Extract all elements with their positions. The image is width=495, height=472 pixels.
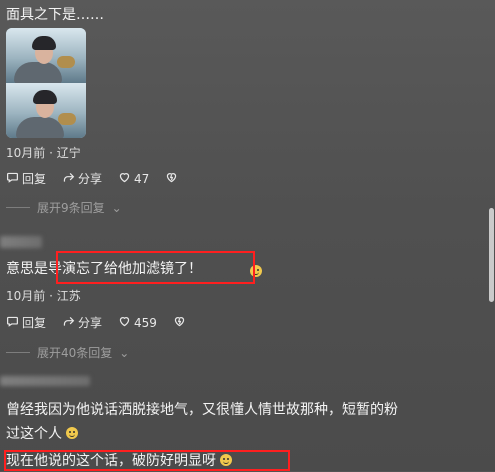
comment-item: 面具之下是…… 10月前 · 辽宁 回复 分享 47 展开9条回复 ⌄ <box>6 0 477 218</box>
comment-text-highlight: 导演忘了给他加滤镜了！ <box>48 261 202 277</box>
reply-button[interactable]: 回复 <box>6 170 46 187</box>
like-button[interactable]: 459 <box>118 315 157 331</box>
comment-actions: 回复 分享 47 <box>6 170 178 187</box>
image-hair <box>33 90 57 104</box>
share-icon <box>62 171 75 187</box>
comment-text-highlight-content: 现在他说的这个话，破防好明显呀 <box>6 453 216 469</box>
reply-label: 回复 <box>22 316 47 330</box>
comment-image[interactable] <box>6 28 86 138</box>
reply-label: 回复 <box>22 172 47 186</box>
like-button[interactable]: 47 <box>118 171 149 187</box>
chevron-down-icon: ⌄ <box>111 200 122 215</box>
broken-heart-icon <box>165 171 178 187</box>
blurred-username <box>0 236 42 248</box>
comment-meta: 10月前 · 江苏 <box>6 289 81 303</box>
chat-icon <box>6 315 19 331</box>
emoji-icon <box>250 265 262 277</box>
share-label: 分享 <box>78 316 103 330</box>
expand-divider <box>6 207 30 208</box>
image-accent <box>58 113 76 125</box>
heart-icon <box>118 315 131 331</box>
comment-item: 曾经我因为他说话洒脱接地气，又很懂人情世故那种，短暂的粉 过这个人 现在他说的这… <box>6 395 477 471</box>
like-count: 459 <box>134 315 157 330</box>
dislike-button[interactable] <box>173 315 186 331</box>
comment-text: 面具之下是…… <box>6 7 104 23</box>
image-accent <box>57 56 75 68</box>
image-panel-top <box>6 28 86 83</box>
blurred-username <box>0 376 90 386</box>
share-icon <box>62 315 75 331</box>
comment-item: 意思是导演忘了给他加滤镜了！ 10月前 · 江苏 回复 分享 459 展开40条… <box>6 250 477 361</box>
chevron-down-icon: ⌄ <box>119 345 130 360</box>
expand-divider <box>6 352 30 353</box>
dislike-button[interactable] <box>165 171 178 187</box>
comment-actions: 回复 分享 459 <box>6 314 186 331</box>
image-panel-bottom <box>6 83 86 138</box>
expand-replies-button[interactable]: 展开40条回复 ⌄ <box>6 344 129 361</box>
comment-text-prefix: 意思是 <box>6 261 48 277</box>
emoji-icon <box>66 427 78 439</box>
comment-text-highlight: 现在他说的这个话，破防好明显呀 <box>6 450 232 472</box>
comment-text-line-2-content: 过这个人 <box>6 426 62 442</box>
like-count: 47 <box>134 171 150 186</box>
chat-icon <box>6 171 19 187</box>
heart-icon <box>118 171 131 187</box>
comment-meta: 10月前 · 辽宁 <box>6 146 81 160</box>
emoji-icon <box>220 454 232 466</box>
comment-text-line-2: 过这个人 <box>6 423 78 445</box>
comments-screen: 面具之下是…… 10月前 · 辽宁 回复 分享 47 展开9条回复 ⌄ 意思是导… <box>0 0 495 471</box>
reply-button[interactable]: 回复 <box>6 314 46 331</box>
share-label: 分享 <box>78 172 103 186</box>
image-hair <box>32 36 56 50</box>
comment-text: 意思是导演忘了给他加滤镜了！ <box>6 258 202 280</box>
scrollbar-thumb[interactable] <box>489 208 494 302</box>
expand-replies-label: 展开9条回复 <box>37 201 105 215</box>
image-shoulders <box>14 62 62 83</box>
image-shoulders <box>16 117 64 138</box>
share-button[interactable]: 分享 <box>62 314 102 331</box>
broken-heart-icon <box>173 315 186 331</box>
scrollbar[interactable] <box>489 208 494 302</box>
expand-replies-button[interactable]: 展开9条回复 ⌄ <box>6 199 122 216</box>
comment-text-line-1: 曾经我因为他说话洒脱接地气，又很懂人情世故那种，短暂的粉 <box>6 402 398 418</box>
share-button[interactable]: 分享 <box>62 170 102 187</box>
expand-replies-label: 展开40条回复 <box>37 346 113 360</box>
